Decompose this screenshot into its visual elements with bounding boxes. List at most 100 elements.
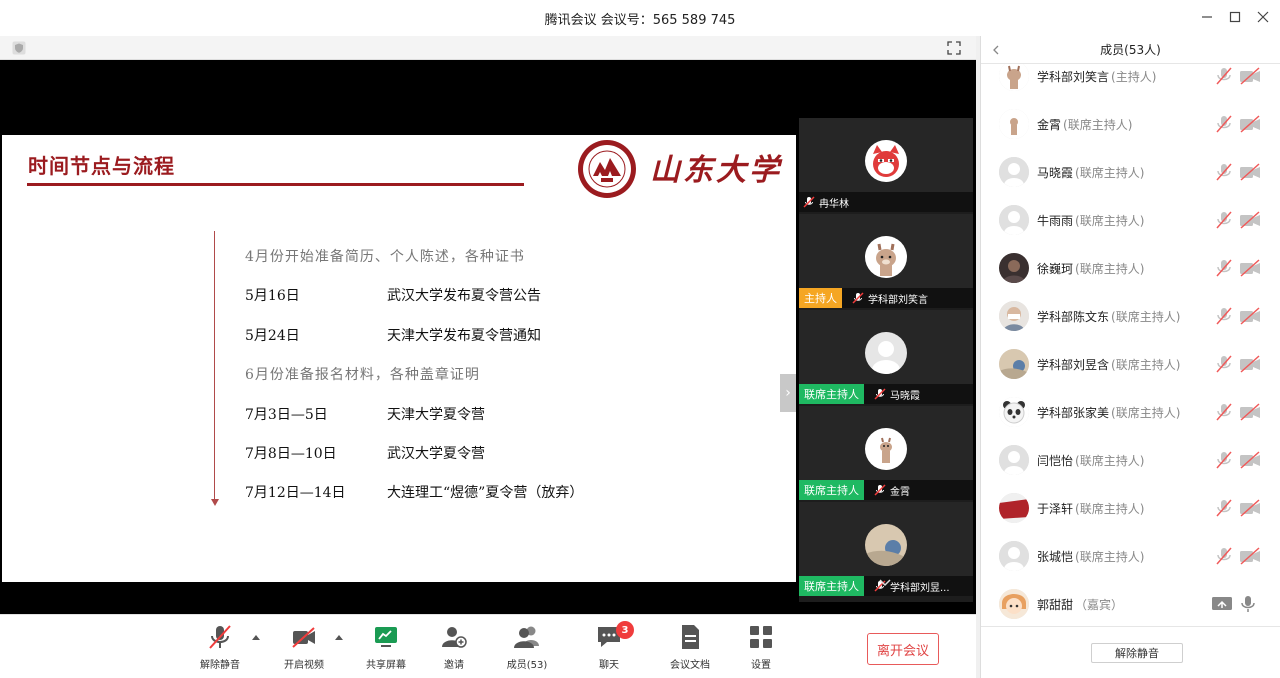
member-row[interactable]: 金霄 (联席主持人)	[981, 100, 1280, 148]
unmute-button[interactable]: 解除静音	[196, 623, 244, 675]
member-row[interactable]: 郭甜甜 （嘉宾）	[981, 580, 1280, 626]
collapse-tiles-button[interactable]: ›	[780, 374, 796, 412]
slide-row-date: 7月3日—5日	[245, 407, 328, 423]
share-screen-button[interactable]: 共享屏幕	[362, 623, 410, 675]
member-row[interactable]: 张城恺 (联席主持人)	[981, 532, 1280, 580]
settings-button[interactable]: 设置	[746, 623, 776, 675]
tile-name: 金霄	[890, 486, 910, 498]
default-avatar-icon	[999, 205, 1029, 235]
avatar	[865, 428, 907, 470]
llama-avatar-icon	[999, 109, 1029, 139]
mic-muted-icon[interactable]	[1215, 499, 1233, 517]
minimize-button[interactable]	[1196, 6, 1218, 28]
camera-off-icon[interactable]	[1239, 355, 1261, 373]
mic-muted-icon[interactable]	[1215, 115, 1233, 133]
caret-up-icon[interactable]	[251, 633, 261, 641]
tile-name: 马晓霞	[890, 390, 920, 402]
camera-off-icon[interactable]	[1239, 451, 1261, 469]
camera-off-icon[interactable]	[1239, 211, 1261, 229]
unmute-all-button[interactable]: 解除静音	[1091, 643, 1183, 663]
document-icon	[682, 625, 699, 649]
maximize-button[interactable]	[1224, 6, 1246, 28]
member-row[interactable]: 学科部张家美 (联席主持人)	[981, 388, 1280, 436]
caret-up-icon[interactable]	[334, 633, 344, 641]
avatar	[999, 397, 1029, 427]
mic-muted-icon[interactable]	[1215, 451, 1233, 469]
fullscreen-icon[interactable]	[946, 40, 962, 56]
member-row[interactable]: 学科部刘昱含 (联席主持人)	[981, 340, 1280, 388]
slide-row: 5月24日 天津大学发布夏令营通知	[245, 325, 541, 345]
slide-row-text: 武汉大学夏令营	[387, 446, 485, 462]
slide-row: 5月16日 武汉大学发布夏令营公告	[245, 285, 541, 305]
members-list[interactable]: 学科部刘笑言 (主持人) 金霄 (联席主持人) 马晓霞 (联席主持人) 牛雨雨 (联	[981, 64, 1280, 626]
camera-off-icon[interactable]	[1239, 67, 1261, 85]
default-avatar-icon	[999, 445, 1029, 475]
member-row[interactable]: 闫恺怡 (联席主持人)	[981, 436, 1280, 484]
members-button[interactable]: 成员(53)	[505, 623, 549, 675]
leave-meeting-button[interactable]: 离开会议	[867, 633, 939, 665]
mic-off-icon	[209, 625, 231, 649]
video-tile[interactable]: 冉华林	[799, 118, 973, 212]
slide-row-text: 6月份准备报名材料，各种盖章证明	[245, 367, 480, 383]
member-row[interactable]: 马晓霞 (联席主持人)	[981, 148, 1280, 196]
camera-off-icon[interactable]	[1239, 403, 1261, 421]
photo-avatar-icon	[865, 524, 907, 566]
settings-icon	[750, 626, 772, 648]
university-seal-icon	[578, 140, 636, 198]
avatar	[999, 109, 1029, 139]
video-tile[interactable]: 联席主持人 金霄	[799, 406, 973, 500]
member-row[interactable]: 徐巍珂 (联席主持人)	[981, 244, 1280, 292]
camera-off-icon[interactable]	[1239, 499, 1261, 517]
start-video-button[interactable]: 开启视频	[278, 623, 330, 675]
tile-caption: 冉华林	[799, 192, 973, 212]
share-top-bar	[0, 36, 976, 60]
avatar	[999, 493, 1029, 523]
mic-muted-icon[interactable]	[1215, 355, 1233, 373]
chat-button[interactable]: 聊天 3	[594, 621, 634, 675]
mic-muted-icon[interactable]	[1215, 547, 1233, 565]
avatar	[999, 253, 1029, 283]
mic-muted-icon[interactable]	[1215, 211, 1233, 229]
default-avatar-icon	[999, 541, 1029, 571]
camera-off-icon[interactable]	[1239, 115, 1261, 133]
shield-icon[interactable]	[12, 41, 26, 55]
university-name: 山东大学	[650, 153, 782, 188]
camera-off-icon[interactable]	[1239, 307, 1261, 325]
toolbar-label: 解除静音	[200, 660, 240, 671]
member-row[interactable]: 于泽轩 (联席主持人)	[981, 484, 1280, 532]
toolbar-label: 共享屏幕	[366, 660, 406, 671]
slide-row: 4月份开始准备简历、个人陈述，各种证书	[245, 246, 525, 266]
video-tile[interactable]: 主持人 学科部刘笑言	[799, 214, 973, 308]
member-row[interactable]: 学科部陈文东 (联席主持人)	[981, 292, 1280, 340]
member-name: 学科部陈文东 (联席主持人)	[1037, 310, 1181, 324]
mic-muted-icon[interactable]	[1215, 259, 1233, 277]
mic-muted-icon[interactable]	[1215, 163, 1233, 181]
member-name: 马晓霞 (联席主持人)	[1037, 166, 1145, 180]
mic-icon[interactable]	[1239, 595, 1257, 613]
chevron-left-icon[interactable]	[991, 45, 1001, 55]
llama-avatar-icon	[865, 428, 907, 470]
avatar	[999, 589, 1029, 619]
member-row[interactable]: 牛雨雨 (联席主持人)	[981, 196, 1280, 244]
mic-muted-icon[interactable]	[1215, 307, 1233, 325]
invite-button[interactable]: 邀请	[436, 623, 472, 675]
cohost-badge: 联席主持人	[799, 384, 864, 404]
member-row[interactable]: 学科部刘笑言 (主持人)	[981, 64, 1280, 100]
mic-muted-icon	[874, 484, 886, 496]
chat-unread-badge: 3	[616, 621, 634, 639]
close-button[interactable]	[1252, 6, 1274, 28]
minimize-icon	[1202, 16, 1212, 18]
timeline-arrow-icon	[211, 499, 219, 506]
mic-muted-icon[interactable]	[1215, 67, 1233, 85]
camera-off-icon[interactable]	[1239, 259, 1261, 277]
camera-off-icon[interactable]	[1239, 547, 1261, 565]
mic-muted-icon[interactable]	[1215, 403, 1233, 421]
tile-name: 学科部刘昱...	[890, 582, 950, 594]
mic-muted-icon	[852, 292, 864, 304]
members-panel: 成员(53人) 学科部刘笑言 (主持人) 金霄 (联席主持人) 马晓霞 (联席主持人)	[980, 36, 1280, 678]
chevron-down-icon[interactable]	[877, 577, 893, 589]
photo-avatar-icon	[999, 301, 1029, 331]
video-tile[interactable]: 联席主持人 马晓霞	[799, 310, 973, 404]
meeting-docs-button[interactable]: 会议文档	[666, 623, 714, 675]
camera-off-icon[interactable]	[1239, 163, 1261, 181]
